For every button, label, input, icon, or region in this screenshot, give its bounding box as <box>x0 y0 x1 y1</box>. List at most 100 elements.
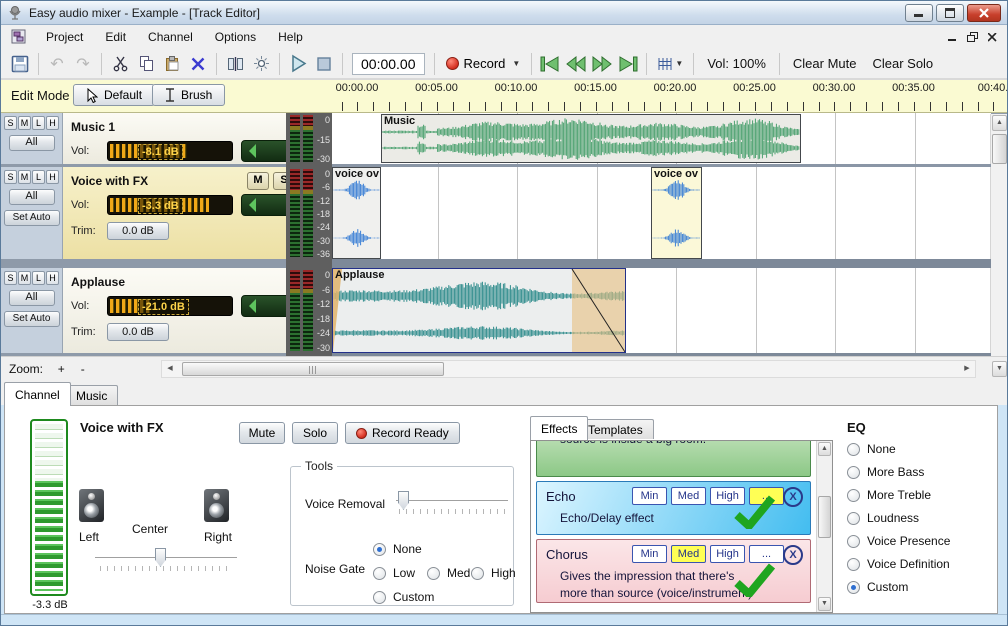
split-icon[interactable] <box>223 52 247 76</box>
effect-level-button[interactable]: Med <box>671 487 706 505</box>
clear-mute-button[interactable]: Clear Mute <box>785 56 865 71</box>
mute-button[interactable]: Mute <box>239 422 285 444</box>
voice-removal-slider-thumb[interactable] <box>398 491 409 510</box>
marker-icon[interactable] <box>249 52 273 76</box>
noise-gate-radio-custom[interactable]: Custom <box>373 590 434 604</box>
track-s-mini-button[interactable]: S <box>4 271 17 285</box>
cut-icon[interactable] <box>108 52 132 76</box>
record-ready-button[interactable]: Record Ready <box>345 422 460 444</box>
radio-icon[interactable] <box>847 535 860 548</box>
scroll-up-icon[interactable]: ▲ <box>818 442 831 456</box>
menu-options[interactable]: Options <box>204 27 267 47</box>
scroll-right-icon[interactable]: ▶ <box>960 362 974 376</box>
scroll-left-icon[interactable]: ◀ <box>163 362 177 376</box>
menu-project[interactable]: Project <box>35 27 94 47</box>
pan-left-icon[interactable] <box>249 198 256 212</box>
effect-remove-icon[interactable]: X <box>783 545 803 565</box>
eq-radio-none[interactable]: None <box>847 442 896 456</box>
eq-radio-custom[interactable]: Custom <box>847 580 908 594</box>
clip-area[interactable]: Music voice ov voice ov Applause <box>332 113 991 356</box>
eq-radio-loudness[interactable]: Loudness <box>847 511 919 525</box>
radio-icon[interactable] <box>847 558 860 571</box>
scroll-down-icon[interactable]: ▼ <box>818 597 831 611</box>
tab-music[interactable]: Music <box>65 385 118 405</box>
effect-remove-icon[interactable]: X <box>783 487 803 507</box>
delete-icon[interactable] <box>186 52 210 76</box>
track-l-mini-button[interactable]: L <box>32 271 45 285</box>
audio-clip-applause[interactable]: Applause <box>332 268 626 353</box>
audio-clip-music[interactable]: Music <box>381 114 801 163</box>
effects-scrollbar-thumb[interactable] <box>818 496 831 538</box>
menu-channel[interactable]: Channel <box>137 27 204 47</box>
effect-level-button[interactable]: Min <box>632 487 667 505</box>
voice-removal-slider-track[interactable] <box>396 500 508 501</box>
track-s-mini-button[interactable]: S <box>4 116 17 130</box>
pan-slider-track[interactable] <box>95 557 237 558</box>
effect-level-button[interactable]: Med <box>671 545 706 563</box>
vertical-scrollbar[interactable]: ▲ <box>990 114 1007 356</box>
chevron-down-icon[interactable]: ▼ <box>512 59 520 68</box>
track-all-button[interactable]: All <box>9 189 55 205</box>
horizontal-scrollbar[interactable]: ◀ ▶ <box>161 360 976 378</box>
track-m-mini-button[interactable]: M <box>18 170 31 184</box>
skip-start-icon[interactable] <box>538 52 562 76</box>
volume-display[interactable]: -21.0 dB <box>107 296 233 316</box>
pan-slider-thumb[interactable] <box>155 548 166 567</box>
effect-level-button[interactable]: ... <box>749 545 784 563</box>
copy-icon[interactable] <box>134 52 158 76</box>
solo-button[interactable]: Solo <box>292 422 338 444</box>
rewind-icon[interactable] <box>564 52 588 76</box>
trim-button[interactable]: 0.0 dB <box>107 222 169 240</box>
effect-item-chorus[interactable]: ChorusMinMedHigh...XGives the impression… <box>536 539 811 603</box>
eq-radio-voice-presence[interactable]: Voice Presence <box>847 534 950 548</box>
horizontal-scrollbar-thumb[interactable] <box>182 362 444 376</box>
audio-clip-voice-2[interactable]: voice ov <box>651 167 702 259</box>
track-setauto-button[interactable]: Set Auto <box>4 210 60 226</box>
radio-icon[interactable] <box>847 581 860 594</box>
noise-gate-radio-low[interactable]: Low <box>373 566 415 580</box>
play-icon[interactable] <box>286 52 310 76</box>
scroll-up-icon[interactable]: ▲ <box>992 115 1007 131</box>
radio-icon[interactable] <box>847 489 860 502</box>
mdi-minimize-icon[interactable] <box>948 33 957 42</box>
radio-icon[interactable] <box>847 443 860 456</box>
pan-left-icon[interactable] <box>249 144 256 158</box>
forward-icon[interactable] <box>590 52 614 76</box>
tab-effects[interactable]: Effects <box>530 416 588 440</box>
grid-icon[interactable]: ▼ <box>653 52 687 76</box>
trim-button[interactable]: 0.0 dB <box>107 323 169 341</box>
track-m-mini-button[interactable]: M <box>18 271 31 285</box>
paste-icon[interactable] <box>160 52 184 76</box>
redo-icon[interactable]: ↷ <box>71 52 95 76</box>
tab-templates[interactable]: Templates <box>577 419 654 439</box>
radio-icon[interactable] <box>373 591 386 604</box>
effects-scrollbar[interactable]: ▲ ▼ <box>816 441 832 612</box>
undo-icon[interactable]: ↶ <box>45 52 69 76</box>
radio-icon[interactable] <box>427 567 440 580</box>
volume-display[interactable]: -8.1 dB <box>107 141 233 161</box>
mdi-restore-icon[interactable] <box>967 32 978 42</box>
volume-display[interactable]: -3.3 dB <box>107 195 233 215</box>
menu-edit[interactable]: Edit <box>94 27 137 47</box>
menu-help[interactable]: Help <box>267 27 314 47</box>
effect-item-echo[interactable]: EchoMinMedHigh...XEcho/Delay effect <box>536 481 811 535</box>
close-button[interactable] <box>967 4 1001 22</box>
clear-solo-button[interactable]: Clear Solo <box>864 56 941 71</box>
minimize-button[interactable] <box>905 4 933 22</box>
track-all-button[interactable]: All <box>9 135 55 151</box>
radio-icon[interactable] <box>847 512 860 525</box>
radio-icon[interactable] <box>471 567 484 580</box>
pan-left-icon[interactable] <box>249 299 256 313</box>
vertical-scrollbar-thumb[interactable] <box>992 134 1007 164</box>
eq-radio-more-bass[interactable]: More Bass <box>847 465 924 479</box>
noise-gate-radio-med[interactable]: Med <box>427 566 470 580</box>
track-l-mini-button[interactable]: L <box>32 170 45 184</box>
effect-item[interactable]: Gives the impression that thesource is i… <box>536 441 811 477</box>
track-h-mini-button[interactable]: H <box>46 116 59 130</box>
stop-icon[interactable] <box>312 52 336 76</box>
radio-icon[interactable] <box>373 567 386 580</box>
audio-clip-voice-1[interactable]: voice ov <box>332 167 381 259</box>
noise-gate-radio-high[interactable]: High <box>471 566 516 580</box>
timeline-ruler[interactable]: 00:00.0000:05.0000:10.0000:15.0000:20.00… <box>331 80 1008 113</box>
tab-channel[interactable]: Channel <box>4 382 71 406</box>
